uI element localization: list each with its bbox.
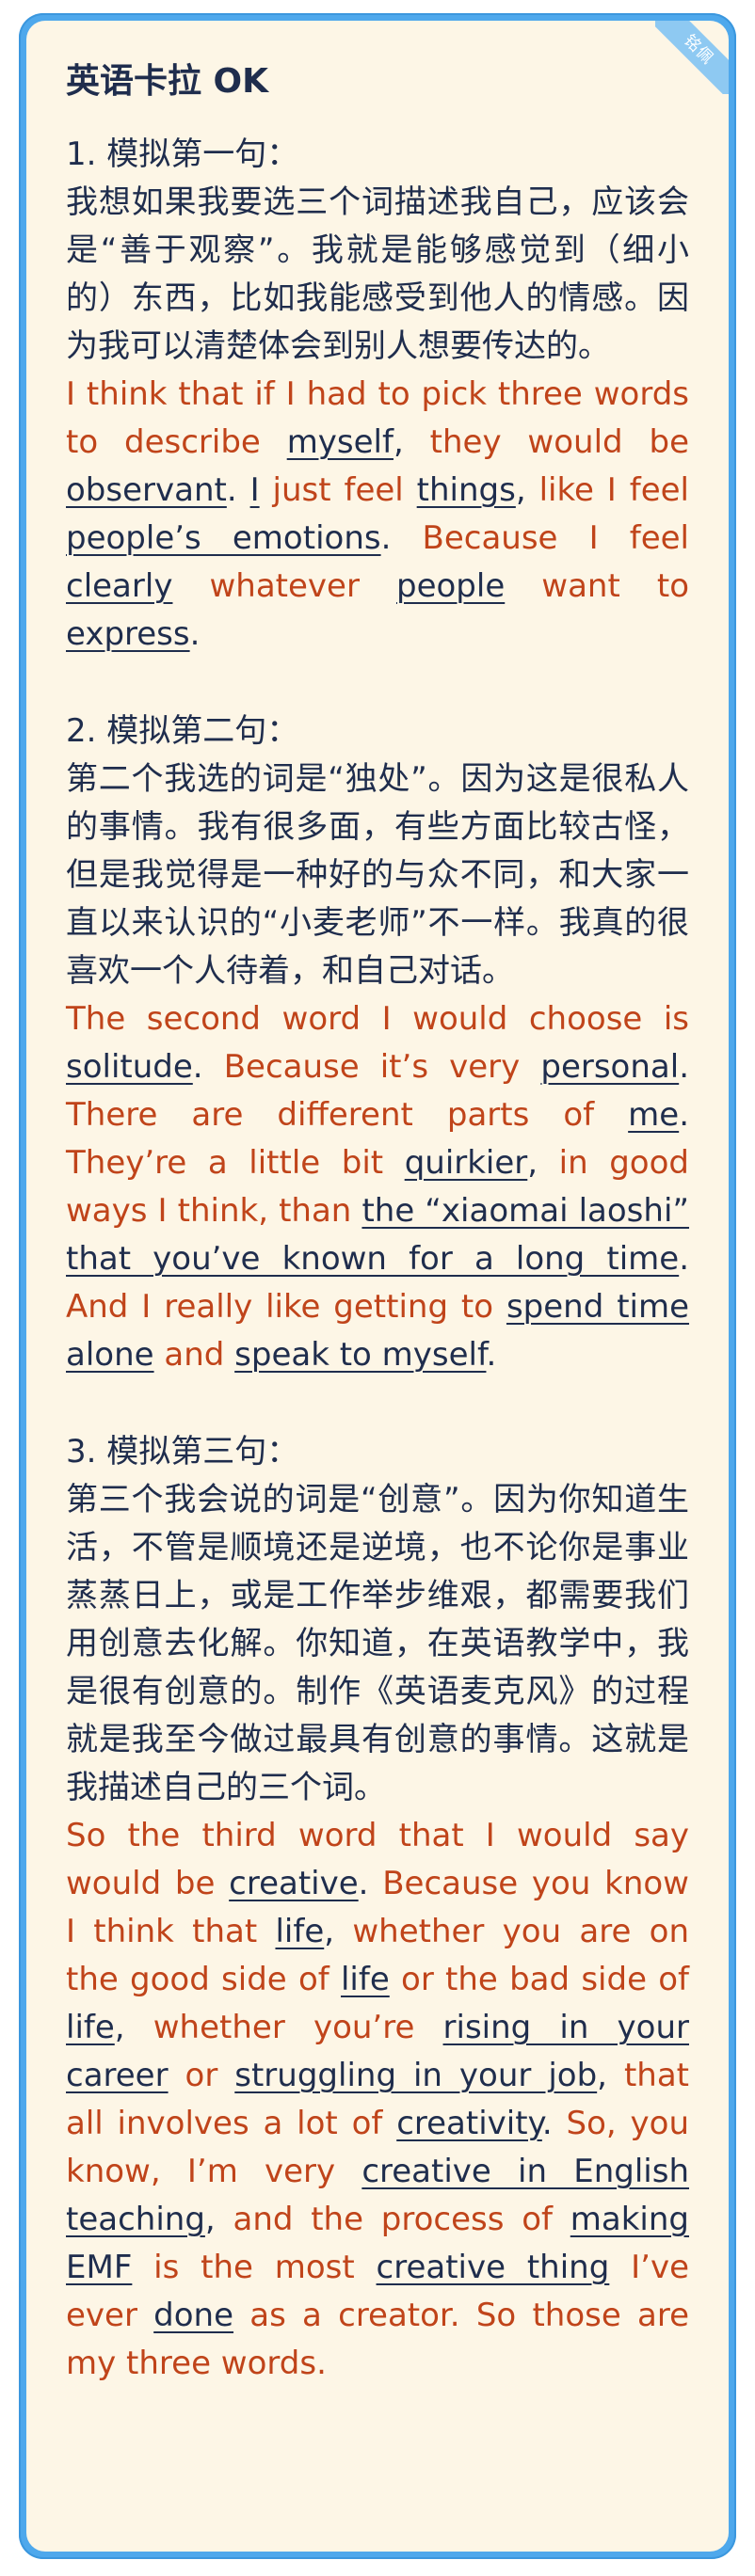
highlighted-phrase: life <box>275 1912 325 1950</box>
english-text: or <box>168 2056 235 2094</box>
punctuation: . <box>486 1335 497 1374</box>
card-frame: 铭佩 英语卡拉 OK 1. 模拟第一句： 我想如果我要选三个词描述我自己，应该会… <box>19 13 736 2559</box>
highlighted-phrase: personal <box>540 1047 680 1086</box>
english-text <box>237 471 250 509</box>
highlighted-phrase: creativity <box>396 2104 542 2142</box>
english-text: want to <box>505 566 689 605</box>
highlighted-phrase: observant <box>66 470 227 509</box>
punctuation: . <box>192 1047 203 1086</box>
chinese-paragraph: 第三个我会说的词是“创意”。因为你知道生活，不管是顺境还是逆境，也不论你是事业蒸… <box>66 1480 689 1806</box>
english-paragraph: The second word I would choose is solitu… <box>66 995 689 1379</box>
punctuation: . <box>226 470 237 509</box>
english-text: they would be <box>403 422 689 461</box>
chinese-paragraph: 我想如果我要选三个词描述我自己，应该会是“善于观察”。我就是能够感觉到（细小的）… <box>66 183 689 365</box>
highlighted-phrase: me <box>628 1095 680 1134</box>
english-text: and <box>153 1335 235 1374</box>
english-text: or the bad side of <box>389 1960 689 1998</box>
highlighted-phrase: done <box>153 2296 234 2334</box>
chinese-paragraph: 第二个我选的词是“独处”。因为这是很私人的事情。我有很多面，有些方面比较古怪，但… <box>66 759 689 990</box>
highlighted-phrase: struggling in your job <box>234 2056 598 2094</box>
highlighted-phrase: solitude <box>66 1047 193 1086</box>
punctuation: , <box>597 2056 607 2094</box>
punctuation: , <box>527 1143 538 1182</box>
english-text: Because it’s very <box>202 1047 541 1086</box>
highlighted-phrase: myself <box>286 422 394 461</box>
english-text: is the most <box>132 2248 377 2286</box>
punctuation: . <box>679 1047 689 1086</box>
punctuation: . <box>380 518 392 557</box>
highlighted-phrase: people <box>396 566 506 605</box>
english-text: whether you’re <box>124 2008 443 2046</box>
highlighted-phrase: speak to myself <box>234 1335 487 1374</box>
punctuation: , <box>515 470 526 509</box>
punctuation: , <box>114 2008 125 2046</box>
section-1: 1. 模拟第一句： 我想如果我要选三个词描述我自己，应该会是“善于观察”。我就是… <box>66 131 689 659</box>
english-text: just feel <box>259 470 417 509</box>
section-3: 3. 模拟第三句： 第三个我会说的词是“创意”。因为你知道生活，不管是顺境还是逆… <box>66 1428 689 2388</box>
english-text: like I feel <box>525 470 689 509</box>
corner-badge: 铭佩 <box>655 21 729 94</box>
highlighted-phrase: people’s emotions <box>66 518 381 557</box>
english-text: and the process of <box>215 2200 570 2238</box>
highlighted-phrase: I <box>249 470 260 509</box>
english-paragraph: So the third word that I would say would… <box>66 1812 689 2388</box>
punctuation: . <box>358 1864 369 1902</box>
highlighted-phrase: clearly <box>66 566 173 605</box>
punctuation: , <box>393 422 404 461</box>
english-text: The second word I would choose is <box>66 999 689 1038</box>
english-text: whatever <box>172 566 396 605</box>
content-card: 铭佩 英语卡拉 OK 1. 模拟第一句： 我想如果我要选三个词描述我自己，应该会… <box>26 21 729 2552</box>
english-text: They’re a little bit <box>66 1143 405 1182</box>
section-heading: 3. 模拟第三句： <box>66 1432 299 1471</box>
highlighted-phrase: life <box>66 2008 115 2046</box>
highlighted-phrase: quirkier <box>404 1143 528 1182</box>
corner-ribbon: 铭佩 <box>655 21 729 94</box>
english-text: And I really like getting to <box>66 1287 506 1326</box>
punctuation: , <box>324 1912 335 1950</box>
punctuation: . <box>541 2104 553 2142</box>
highlighted-phrase: creative thing <box>376 2248 610 2286</box>
section-2: 2. 模拟第二句： 第二个我选的词是“独处”。因为这是很私人的事情。我有很多面，… <box>66 708 689 1379</box>
highlighted-phrase: express <box>66 614 190 653</box>
highlighted-phrase: things <box>416 470 516 509</box>
punctuation: . <box>679 1239 689 1278</box>
english-paragraph: I think that if I had to pick three word… <box>66 371 689 659</box>
punctuation: . <box>679 1095 689 1134</box>
highlighted-phrase: creative <box>229 1864 359 1902</box>
punctuation: . <box>189 614 201 653</box>
section-heading: 1. 模拟第一句： <box>66 135 299 173</box>
punctuation: , <box>204 2200 216 2238</box>
english-text: Because I feel <box>391 518 690 557</box>
english-text: There are different parts of <box>66 1095 629 1134</box>
page-title: 英语卡拉 OK <box>66 62 269 101</box>
section-heading: 2. 模拟第二句： <box>66 711 299 750</box>
highlighted-phrase: life <box>340 1960 390 1998</box>
